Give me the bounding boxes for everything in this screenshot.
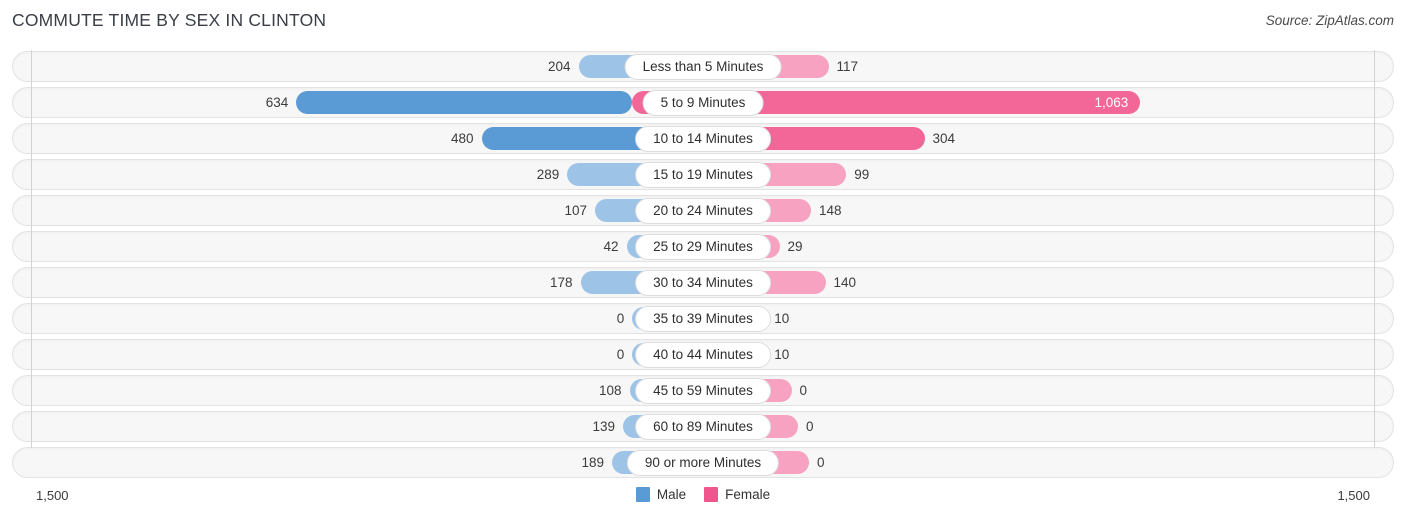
category-label-pill: Less than 5 Minutes xyxy=(624,53,782,80)
male-value-label: 480 xyxy=(450,131,474,146)
female-value-label: 1,063 xyxy=(1094,95,1129,110)
male-value-label: 0 xyxy=(616,311,625,326)
chart-row: 178 140 30 to 34 Minutes xyxy=(0,266,1406,299)
male-value-label: 0 xyxy=(616,347,625,362)
axis-line-right xyxy=(1374,50,1375,448)
chart-row: 289 99 15 to 19 Minutes xyxy=(0,158,1406,191)
female-value-label: 99 xyxy=(854,167,870,182)
male-value-label: 189 xyxy=(581,455,604,470)
row-female-side: 304 xyxy=(741,127,956,150)
legend-item-male[interactable]: Male xyxy=(635,487,687,502)
category-label-pill: 5 to 9 Minutes xyxy=(642,89,764,116)
row-male-side: 634 xyxy=(266,91,633,114)
male-value-label: 634 xyxy=(265,95,289,110)
source-attribution: Source: ZipAtlas.com xyxy=(1265,13,1394,28)
male-value-label: 108 xyxy=(598,383,622,398)
female-value-label: 117 xyxy=(836,59,859,74)
category-label-pill: 60 to 89 Minutes xyxy=(635,413,771,440)
male-value-label: 107 xyxy=(564,203,587,218)
female-value-label: 10 xyxy=(774,347,790,362)
legend-label-female: Female xyxy=(725,487,771,502)
female-value-label: 29 xyxy=(787,239,803,254)
male-bar[interactable] xyxy=(296,91,633,114)
page-title: COMMUTE TIME BY SEX IN CLINTON xyxy=(12,10,327,30)
chart-row: 634 1,063 5 to 9 Minutes xyxy=(0,86,1406,119)
category-label-pill: 15 to 19 Minutes xyxy=(635,161,771,188)
chart-row: 204 117 Less than 5 Minutes xyxy=(0,50,1406,83)
male-value-label: 178 xyxy=(549,275,573,290)
category-label-pill: 30 to 34 Minutes xyxy=(635,269,771,296)
axis-line-left xyxy=(31,50,32,448)
female-value-label: 140 xyxy=(833,275,857,290)
female-value-label: 0 xyxy=(799,383,808,398)
category-label-pill: 25 to 29 Minutes xyxy=(635,233,771,260)
category-label-pill: 45 to 59 Minutes xyxy=(635,377,771,404)
female-value-label: 0 xyxy=(817,455,825,470)
female-value-label: 10 xyxy=(774,311,790,326)
male-value-label: 204 xyxy=(547,59,571,74)
legend-swatch-male-icon xyxy=(635,487,650,502)
legend-swatch-female-icon xyxy=(704,487,719,502)
chart-rows: 204 117 Less than 5 Minutes 634 1,063 5 to 9 … xyxy=(0,50,1406,482)
legend-item-female[interactable]: Female xyxy=(704,487,770,502)
chart-header: COMMUTE TIME BY SEX IN CLINTON Source: Z… xyxy=(0,0,1406,42)
chart-row: 139 0 60 to 89 Minutes xyxy=(0,410,1406,443)
legend-label-male: Male xyxy=(656,487,687,502)
female-value-label: 304 xyxy=(932,131,956,146)
female-value-label: 148 xyxy=(819,203,842,218)
chart-row: 108 0 45 to 59 Minutes xyxy=(0,374,1406,407)
chart-plot-area: 204 117 Less than 5 Minutes 634 1,063 5 to 9 … xyxy=(0,50,1406,484)
chart-row: 0 10 35 to 39 Minutes xyxy=(0,302,1406,335)
chart-row: 480 304 10 to 14 Minutes xyxy=(0,122,1406,155)
chart-row: 107 148 20 to 24 Minutes xyxy=(0,194,1406,227)
category-label-pill: 20 to 24 Minutes xyxy=(635,197,771,224)
chart-page: COMMUTE TIME BY SEX IN CLINTON Source: Z… xyxy=(0,0,1406,522)
category-label-pill: 10 to 14 Minutes xyxy=(635,125,771,152)
female-value-label: 0 xyxy=(806,419,814,434)
chart-legend: Male Female xyxy=(0,487,1406,502)
male-value-label: 289 xyxy=(536,167,560,182)
male-value-label: 139 xyxy=(592,419,615,434)
chart-row: 189 0 90 or more Minutes xyxy=(0,446,1406,479)
male-value-label: 42 xyxy=(603,239,619,254)
chart-footer: 1,500 1,500 Male Female xyxy=(0,484,1406,522)
category-label-pill: 35 to 39 Minutes xyxy=(635,305,771,332)
chart-row: 42 29 25 to 29 Minutes xyxy=(0,230,1406,263)
category-label-pill: 90 or more Minutes xyxy=(626,449,780,476)
category-label-pill: 40 to 44 Minutes xyxy=(635,341,771,368)
chart-row: 0 10 40 to 44 Minutes xyxy=(0,338,1406,371)
